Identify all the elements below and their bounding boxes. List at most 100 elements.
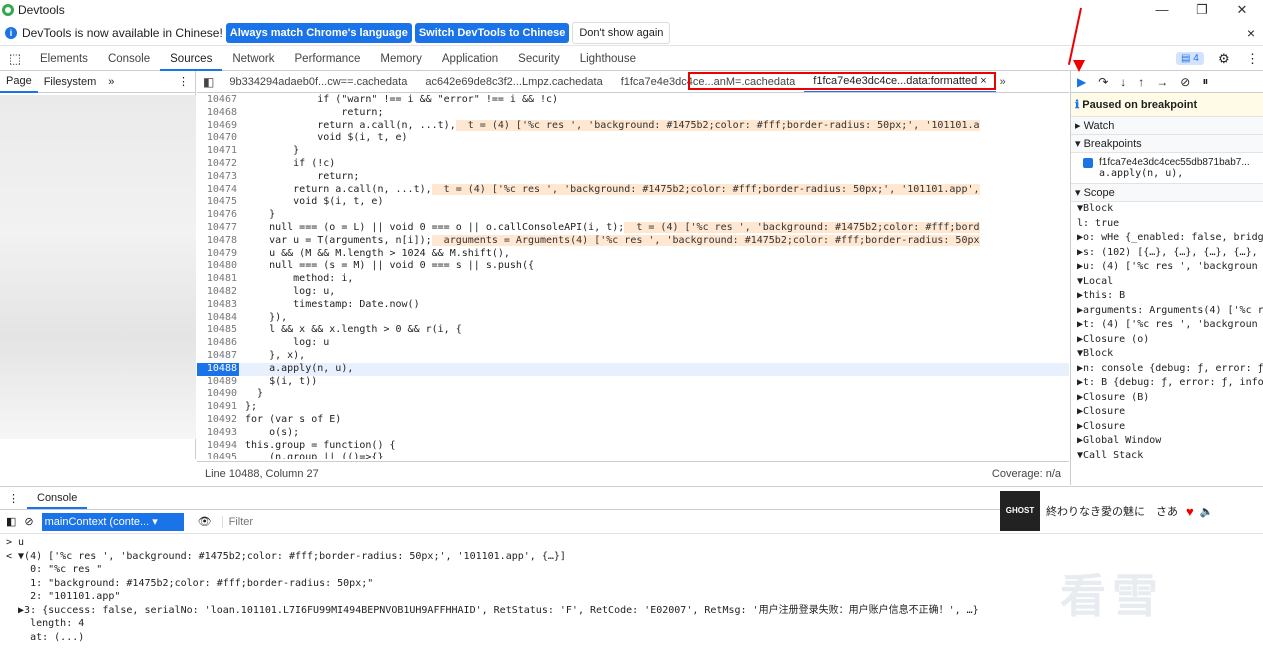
line-number[interactable]: 10483 xyxy=(197,299,239,312)
scope-item[interactable]: ▼Local xyxy=(1071,275,1263,290)
tab-sources[interactable]: Sources xyxy=(160,47,223,71)
scope-item[interactable]: ▶Closure (B) xyxy=(1071,391,1263,406)
line-number[interactable]: 10474 xyxy=(197,184,239,197)
code-line[interactable]: 10492 for (var s of E) xyxy=(197,414,1069,427)
code-line[interactable]: 10475 void $(i, t, e) xyxy=(197,196,1069,209)
file-tab-2[interactable]: ac642e69de8c3f2...Lmpz.cachedata xyxy=(416,76,611,88)
match-language-button[interactable]: Always match Chrome's language xyxy=(225,23,412,43)
line-number[interactable]: 10485 xyxy=(197,324,239,337)
scope-item[interactable]: l: true xyxy=(1071,217,1263,232)
line-number[interactable]: 10479 xyxy=(197,248,239,261)
line-number[interactable]: 10489 xyxy=(197,376,239,389)
scope-item[interactable]: ▶s: (102) [{…}, {…}, {…}, {…}, xyxy=(1071,246,1263,261)
line-number[interactable]: 10477 xyxy=(197,222,239,235)
navigator-more-icon[interactable]: » xyxy=(102,76,120,88)
scope-item[interactable]: ▼Block xyxy=(1071,347,1263,362)
code-line[interactable]: 10486 log: u xyxy=(197,337,1069,350)
code-line[interactable]: 10470 void $(i, t, e) xyxy=(197,132,1069,145)
tab-security[interactable]: Security xyxy=(508,47,570,71)
line-number[interactable]: 10495 xyxy=(197,452,239,459)
line-number[interactable]: 10494 xyxy=(197,440,239,453)
code-line[interactable]: 10491}; xyxy=(197,401,1069,414)
breakpoint-item[interactable]: f1fca7e4e3dc4cec55db871bab7... a.apply(n… xyxy=(1071,153,1263,184)
restore-button[interactable]: ❐ xyxy=(1182,0,1222,20)
drawer-menu-icon[interactable]: ⋮ xyxy=(0,492,27,505)
line-number[interactable]: 10469 xyxy=(197,120,239,133)
tab-console[interactable]: Console xyxy=(98,47,160,71)
line-number[interactable]: 10475 xyxy=(197,196,239,209)
context-selector[interactable]: mainContext (conte... ▾ xyxy=(41,512,184,531)
code-editor[interactable]: 10467 if ("warn" !== i && "error" !== i … xyxy=(197,94,1069,459)
tab-network[interactable]: Network xyxy=(222,47,284,71)
code-line[interactable]: 10488 a.apply(n, u), xyxy=(197,362,1069,376)
scope-item[interactable]: ▶this: B xyxy=(1071,289,1263,304)
clear-console-icon[interactable]: ⊘ xyxy=(24,515,33,528)
scope-item[interactable]: ▶t: (4) ['%c res ', 'backgroun xyxy=(1071,318,1263,333)
step-into-icon[interactable]: ↓ xyxy=(1120,75,1126,89)
line-number[interactable]: 10468 xyxy=(197,107,239,120)
scope-item[interactable]: ▶Closure xyxy=(1071,405,1263,420)
scope-item[interactable]: ▶n: console {debug: ƒ, error: ƒ xyxy=(1071,362,1263,377)
line-number[interactable]: 10488 xyxy=(197,362,239,376)
settings-gear-icon[interactable]: ⚙ xyxy=(1218,51,1230,67)
tab-performance[interactable]: Performance xyxy=(285,47,371,71)
code-line[interactable]: 10487 }, x), xyxy=(197,350,1069,363)
infobar-close-icon[interactable]: × xyxy=(1247,25,1255,41)
code-line[interactable]: 10490 } xyxy=(197,388,1069,401)
drawer-tab-console[interactable]: Console xyxy=(27,487,88,509)
code-line[interactable]: 10476 } xyxy=(197,209,1069,222)
tab-application[interactable]: Application xyxy=(432,47,508,71)
breakpoints-section[interactable]: ▾ Breakpoints xyxy=(1071,135,1263,153)
line-number[interactable]: 10480 xyxy=(197,260,239,273)
minimize-button[interactable]: — xyxy=(1142,0,1182,20)
code-line[interactable]: 10467 if ("warn" !== i && "error" !== i … xyxy=(197,94,1069,107)
step-over-icon[interactable]: ↷ xyxy=(1098,75,1108,89)
tab-memory[interactable]: Memory xyxy=(370,47,432,71)
close-window-button[interactable]: ✕ xyxy=(1222,0,1262,20)
line-number[interactable]: 10490 xyxy=(197,388,239,401)
code-line[interactable]: 10468 return; xyxy=(197,107,1069,120)
code-line[interactable]: 10485 l && x && x.length > 0 && r(i, { xyxy=(197,324,1069,337)
code-line[interactable]: 10472 if (!c) xyxy=(197,158,1069,171)
code-line[interactable]: 10481 method: i, xyxy=(197,273,1069,286)
code-line[interactable]: 10482 log: u, xyxy=(197,286,1069,299)
tab-lighthouse[interactable]: Lighthouse xyxy=(570,47,646,71)
tab-elements[interactable]: Elements xyxy=(30,47,98,71)
line-number[interactable]: 10476 xyxy=(197,209,239,222)
code-line[interactable]: 10493 o(s); xyxy=(197,427,1069,440)
line-number[interactable]: 10472 xyxy=(197,158,239,171)
console-line[interactable]: at: (...) xyxy=(0,631,1263,645)
toggle-navigator-icon[interactable]: ◧ xyxy=(197,75,220,89)
navigator-tab-filesystem[interactable]: Filesystem xyxy=(38,76,103,88)
filter-input[interactable]: Filter xyxy=(221,515,253,528)
step-out-icon[interactable]: ↑ xyxy=(1138,75,1144,89)
dont-show-again-button[interactable]: Don't show again xyxy=(572,22,671,44)
code-line[interactable]: 10469 return a.call(n, ...t), t = (4) ['… xyxy=(197,119,1069,133)
scope-item[interactable]: ▼Call Stack xyxy=(1071,449,1263,464)
line-number[interactable]: 10473 xyxy=(197,171,239,184)
line-number[interactable]: 10470 xyxy=(197,132,239,145)
code-line[interactable]: 10495 (n.group || (()=>{} xyxy=(197,452,1069,459)
line-number[interactable]: 10486 xyxy=(197,337,239,350)
issues-badge[interactable]: ▤ 4 xyxy=(1176,52,1204,65)
pause-exceptions-icon[interactable]: ⏸ xyxy=(1202,74,1208,89)
navigator-tab-page[interactable]: Page xyxy=(0,71,38,93)
code-line[interactable]: 10484 }), xyxy=(197,312,1069,325)
live-expression-eye-icon[interactable]: 👁 xyxy=(198,515,212,528)
switch-chinese-button[interactable]: Switch DevTools to Chinese xyxy=(414,23,570,43)
line-number[interactable]: 10471 xyxy=(197,145,239,158)
watch-section[interactable]: ▸ Watch xyxy=(1071,117,1263,135)
more-tabs-icon[interactable]: » xyxy=(996,76,1010,88)
deactivate-breakpoints-icon[interactable]: ⊘ xyxy=(1180,75,1190,89)
scope-item[interactable]: ▶Closure (o) xyxy=(1071,333,1263,348)
code-line[interactable]: 10489 $(i, t)) xyxy=(197,376,1069,389)
file-tab-1[interactable]: 9b334294adaeb0f...cw==.cachedata xyxy=(220,76,416,88)
scope-item[interactable]: ▶t: B {debug: ƒ, error: ƒ, info xyxy=(1071,376,1263,391)
scope-item[interactable]: ▶Global Window xyxy=(1071,434,1263,449)
line-number[interactable]: 10493 xyxy=(197,427,239,440)
heart-icon[interactable]: ♥ xyxy=(1186,504,1194,519)
navigator-menu-icon[interactable]: ⋮ xyxy=(172,75,195,88)
inspect-element-icon[interactable]: ⬚ xyxy=(0,51,30,67)
scope-item[interactable]: ▶Closure xyxy=(1071,420,1263,435)
console-line[interactable]: > u xyxy=(0,536,1263,550)
